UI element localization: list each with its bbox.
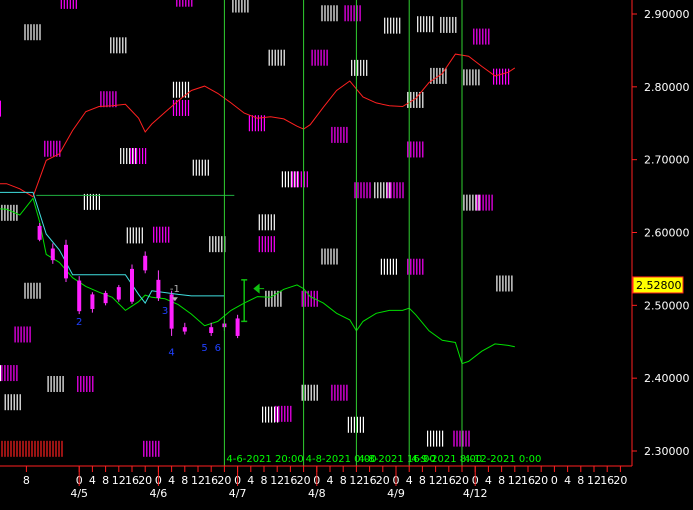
x-axis-hour-label: 20	[376, 474, 390, 487]
x-axis-hour-label: 20	[138, 474, 152, 487]
x-axis-hour-label: 16	[283, 474, 297, 487]
y-axis-tick-label: 2.30000	[644, 445, 690, 458]
x-axis-hour-label: 4	[406, 474, 413, 487]
x-axis-date-label: 4/8	[308, 487, 326, 500]
x-axis-hour-label: 12	[191, 474, 205, 487]
y-axis-tick-label: 2.60000	[644, 227, 690, 240]
x-axis-hour-label: 12	[349, 474, 363, 487]
price-chart[interactable]: -1234 5 64-6-2021 20:00 4-8-2021 0:004-8-20…	[0, 0, 693, 510]
price-candle	[130, 264, 134, 304]
wave-count-label: 6	[215, 343, 221, 354]
x-axis-hour-label: 8	[419, 474, 426, 487]
y-axis-tick-label: 2.80000	[644, 81, 690, 94]
x-axis-hour-label: 16	[204, 474, 218, 487]
x-axis-hour-label: 16	[521, 474, 535, 487]
x-axis-hour-label: 4	[247, 474, 254, 487]
x-axis-hour-label: 12	[112, 474, 126, 487]
wave-count-label: -1	[170, 284, 180, 295]
wave-count-label: 4	[168, 348, 174, 359]
price-candle	[77, 276, 82, 315]
x-axis-date-label: 4/5	[70, 487, 88, 500]
svg-text:2.52800: 2.52800	[636, 279, 682, 292]
x-axis-date-label: 4/9	[387, 487, 405, 500]
x-axis-hour-label: 8	[340, 474, 347, 487]
x-axis-hour-label: 4	[89, 474, 96, 487]
price-candle	[116, 284, 121, 302]
x-axis-hour-label: 8	[23, 474, 30, 487]
session-divider-label: 4-6-2021 20:00	[226, 454, 303, 465]
x-axis-hour-label: 20	[534, 474, 548, 487]
x-axis-hour-label: 4	[485, 474, 492, 487]
x-axis-hour-label: 16	[600, 474, 614, 487]
x-axis-hour-label: 16	[442, 474, 456, 487]
x-axis-hour-label: 4	[327, 474, 334, 487]
x-axis-hour-label: 16	[363, 474, 377, 487]
wave-count-label: 3	[162, 306, 168, 317]
wave-count-label: 5	[201, 343, 207, 354]
x-axis-hour-label: 20	[455, 474, 469, 487]
x-axis-hour-label: 8	[577, 474, 584, 487]
x-axis-hour-label: 20	[297, 474, 311, 487]
x-axis-hour-label: 4	[564, 474, 571, 487]
wave-count-label: 2	[76, 317, 82, 328]
x-axis-hour-label: 12	[429, 474, 443, 487]
chart-background	[0, 0, 693, 510]
volume-strip	[1, 440, 63, 457]
x-axis-hour-label: 20	[613, 474, 627, 487]
x-axis-date-label: 4/6	[150, 487, 168, 500]
x-axis-hour-label: 8	[181, 474, 188, 487]
x-axis-hour-label: 12	[508, 474, 522, 487]
x-axis-hour-label: 8	[102, 474, 109, 487]
x-axis-date-label: 4/7	[229, 487, 247, 500]
x-axis-hour-label: 12	[270, 474, 284, 487]
y-axis-tick-label: 2.40000	[644, 372, 690, 385]
chart-container[interactable]: -1 2 3 4 5 6 4-6-2021 20:00 4-8-2021 0:00 4-8-20…	[0, 0, 693, 510]
current-price-label: 2.52800	[632, 276, 684, 294]
x-axis-hour-label: 4	[168, 474, 175, 487]
x-axis-date-label: 4/12	[463, 487, 488, 500]
x-axis-hour-label: 16	[125, 474, 139, 487]
y-axis-tick-label: 2.50000	[644, 299, 690, 312]
y-axis-tick-label: 2.90000	[644, 8, 690, 21]
y-axis-tick-label: 2.70000	[644, 154, 690, 167]
x-axis-hour-label: 8	[261, 474, 268, 487]
session-divider-label: 4-12-2021 0:00	[464, 454, 541, 465]
x-axis-hour-label: 20	[217, 474, 231, 487]
x-axis-hour-label: 0	[551, 474, 558, 487]
x-axis-hour-label: 12	[587, 474, 601, 487]
price-candle	[64, 239, 68, 283]
x-axis-hour-label: 8	[498, 474, 505, 487]
